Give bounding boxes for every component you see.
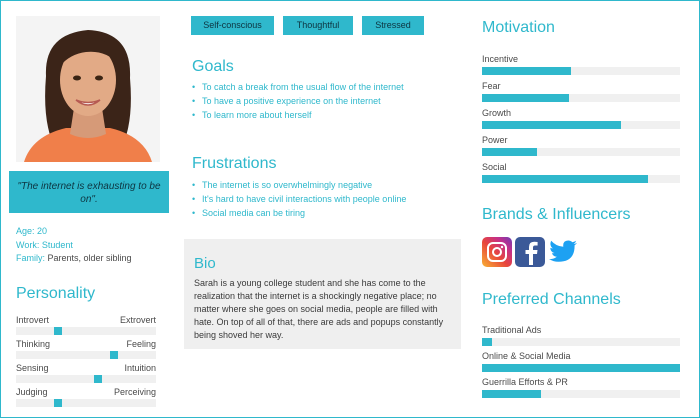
- brand-icons: [482, 237, 578, 267]
- bar-fill: [482, 364, 680, 372]
- tag-stressed: Stressed: [362, 16, 424, 35]
- trait-left-label: Judging: [16, 387, 48, 397]
- bio-text: Sarah is a young college student and she…: [194, 278, 444, 340]
- bar-track: [482, 175, 680, 183]
- bar-track: [482, 94, 680, 102]
- frustrations-list: The internet is so overwhelmingly negati…: [191, 178, 406, 220]
- trait-left-label: Introvert: [16, 315, 50, 325]
- work-label: Work:: [16, 239, 40, 250]
- age-label: Age:: [16, 226, 35, 236]
- bar-label: Growth: [482, 108, 512, 118]
- channel-bars: Traditional Ads Online & Social Media Guer…: [482, 324, 680, 402]
- motivation-title: Motivation: [482, 19, 555, 36]
- trait-right-label: Feeling: [126, 339, 156, 349]
- bar-track: [482, 338, 680, 346]
- bio-panel: Bio Sarah is a young college student and…: [184, 239, 461, 349]
- trait-slider-knob: [54, 327, 63, 335]
- personality-sliders: Introvert Extrovert Thinking Feeling Sensing…: [16, 314, 156, 410]
- bar-track: [482, 148, 680, 156]
- persona-quote: "The internet is exhausting to be on".: [9, 171, 169, 213]
- personality-title: Personality: [16, 285, 96, 302]
- trait-right-label: Extrovert: [119, 315, 156, 325]
- trait-left-label: Thinking: [16, 339, 51, 349]
- personality-row: Thinking Feeling: [16, 338, 156, 362]
- bar-fill: [482, 121, 621, 129]
- trait-right-label: Perceiving: [113, 387, 156, 397]
- channel-row: Online & Social Media: [482, 350, 680, 376]
- motivation-row: Social: [482, 161, 680, 188]
- frustration-item: The internet is so overwhelmingly negati…: [192, 178, 406, 192]
- bar-fill: [482, 390, 542, 398]
- trait-right-label: Intuition: [124, 363, 156, 373]
- bar-fill: [482, 338, 492, 346]
- twitter-icon: [548, 237, 578, 267]
- bar-label: Fear: [482, 81, 501, 91]
- brands-title: Brands & Influencers: [482, 206, 631, 223]
- age-value: 20: [37, 226, 48, 236]
- trait-slider-knob: [109, 351, 118, 359]
- motivation-row: Incentive: [482, 53, 680, 80]
- bar-fill: [482, 175, 649, 183]
- personality-row: Judging Perceiving: [16, 386, 156, 410]
- persona-details: Age: 20 Work: Student Family: Parents, o…: [16, 225, 132, 266]
- family-value: Parents, older sibling: [47, 253, 132, 263]
- frustrations-title: Frustrations: [192, 155, 277, 172]
- trait-slider-knob: [93, 375, 102, 383]
- bar-label: Online & Social Media: [482, 351, 571, 361]
- trait-tags: Self-conscious Thoughtful Stressed: [191, 16, 424, 35]
- work-value: Student: [41, 239, 73, 250]
- bar-track: [482, 390, 680, 398]
- channel-row: Guerrilla Efforts & PR: [482, 376, 680, 402]
- frustration-item: Social media can be tiring: [192, 206, 406, 220]
- tag-self-conscious: Self-conscious: [191, 16, 274, 35]
- bar-label: Traditional Ads: [482, 325, 542, 335]
- tag-thoughtful: Thoughtful: [283, 16, 353, 35]
- trait-slider-knob: [54, 399, 63, 407]
- frustration-item: It's hard to have civil interactions wit…: [192, 192, 406, 206]
- personality-row: Introvert Extrovert: [16, 314, 156, 338]
- bar-fill: [482, 148, 538, 156]
- persona-card: "The internet is exhausting to be on". A…: [0, 0, 700, 418]
- trait-slider-track: [16, 399, 156, 407]
- instagram-icon: [482, 237, 512, 267]
- motivation-bars: Incentive Fear Growth Power Social: [482, 53, 680, 188]
- trait-slider-track: [16, 351, 156, 359]
- bar-fill: [482, 94, 570, 102]
- goal-item: To have a positive experience on the int…: [192, 94, 404, 108]
- bio-title: Bio: [194, 255, 216, 272]
- bar-label: Social: [482, 162, 507, 172]
- motivation-row: Growth: [482, 107, 680, 134]
- bar-label: Incentive: [482, 54, 519, 64]
- goal-item: To catch a break from the usual flow of …: [192, 80, 404, 94]
- bar-label: Guerrilla Efforts & PR: [482, 377, 568, 387]
- bar-fill: [482, 67, 572, 75]
- bar-track: [482, 121, 680, 129]
- bar-track: [482, 364, 680, 372]
- family-label: Family:: [16, 253, 45, 263]
- facebook-icon: [515, 237, 545, 267]
- trait-left-label: Sensing: [16, 363, 49, 373]
- persona-photo: [16, 16, 160, 162]
- goals-list: To catch a break from the usual flow of …: [191, 80, 404, 122]
- goals-title: Goals: [192, 58, 234, 75]
- trait-slider-track: [16, 327, 156, 335]
- motivation-row: Power: [482, 134, 680, 161]
- bar-label: Power: [482, 135, 508, 145]
- channels-title: Preferred Channels: [482, 291, 621, 308]
- personality-row: Sensing Intuition: [16, 362, 156, 386]
- motivation-row: Fear: [482, 80, 680, 107]
- trait-slider-track: [16, 375, 156, 383]
- channel-row: Traditional Ads: [482, 324, 680, 350]
- goal-item: To learn more about herself: [192, 108, 404, 122]
- bar-track: [482, 67, 680, 75]
